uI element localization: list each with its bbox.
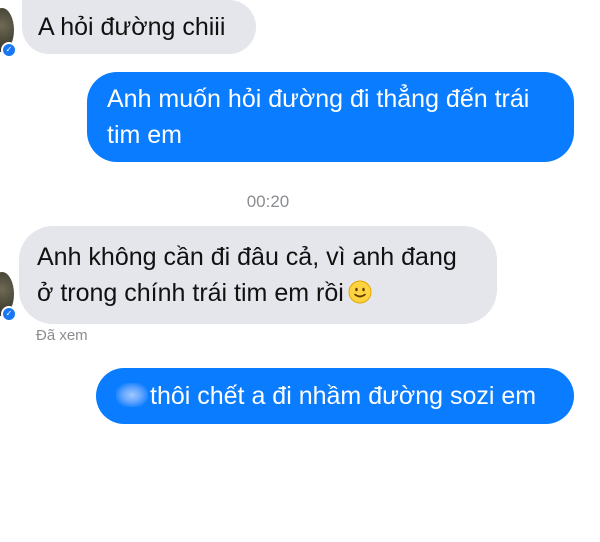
message-text: Anh muốn hỏi đường đi thẳng đến trái tim… bbox=[107, 85, 530, 149]
message-text: A hỏi đường chiii bbox=[38, 13, 226, 41]
chat-thread: ✓ A hỏi đường chiii Anh muốn hỏi đường đ… bbox=[0, 0, 600, 430]
message-text: thôi chết a đi nhầm đường sozi em bbox=[150, 382, 537, 410]
seen-status: Đã xem bbox=[36, 327, 88, 344]
redacted-name bbox=[116, 383, 148, 407]
message-bubble-outgoing[interactable]: thôi chết a đi nhầm đường sozi em bbox=[96, 368, 574, 424]
message-timestamp: 00:20 bbox=[246, 192, 290, 211]
message-text-line: ở trong chính trái tim em rồi bbox=[37, 279, 344, 307]
message-bubble-outgoing[interactable]: Anh muốn hỏi đường đi thẳng đến trái tim… bbox=[87, 72, 574, 162]
read-receipt-check-icon: ✓ bbox=[1, 42, 17, 58]
message-text-line: Anh không cần đi đâu cả, vì anh đang bbox=[37, 243, 457, 271]
message-bubble-incoming[interactable]: A hỏi đường chiii bbox=[22, 0, 256, 54]
read-receipt-check-icon: ✓ bbox=[1, 306, 17, 322]
message-bubble-incoming[interactable]: Anh không cần đi đâu cả, vì anh đang ở t… bbox=[19, 226, 497, 324]
slightly-smiling-face-icon bbox=[348, 280, 372, 304]
